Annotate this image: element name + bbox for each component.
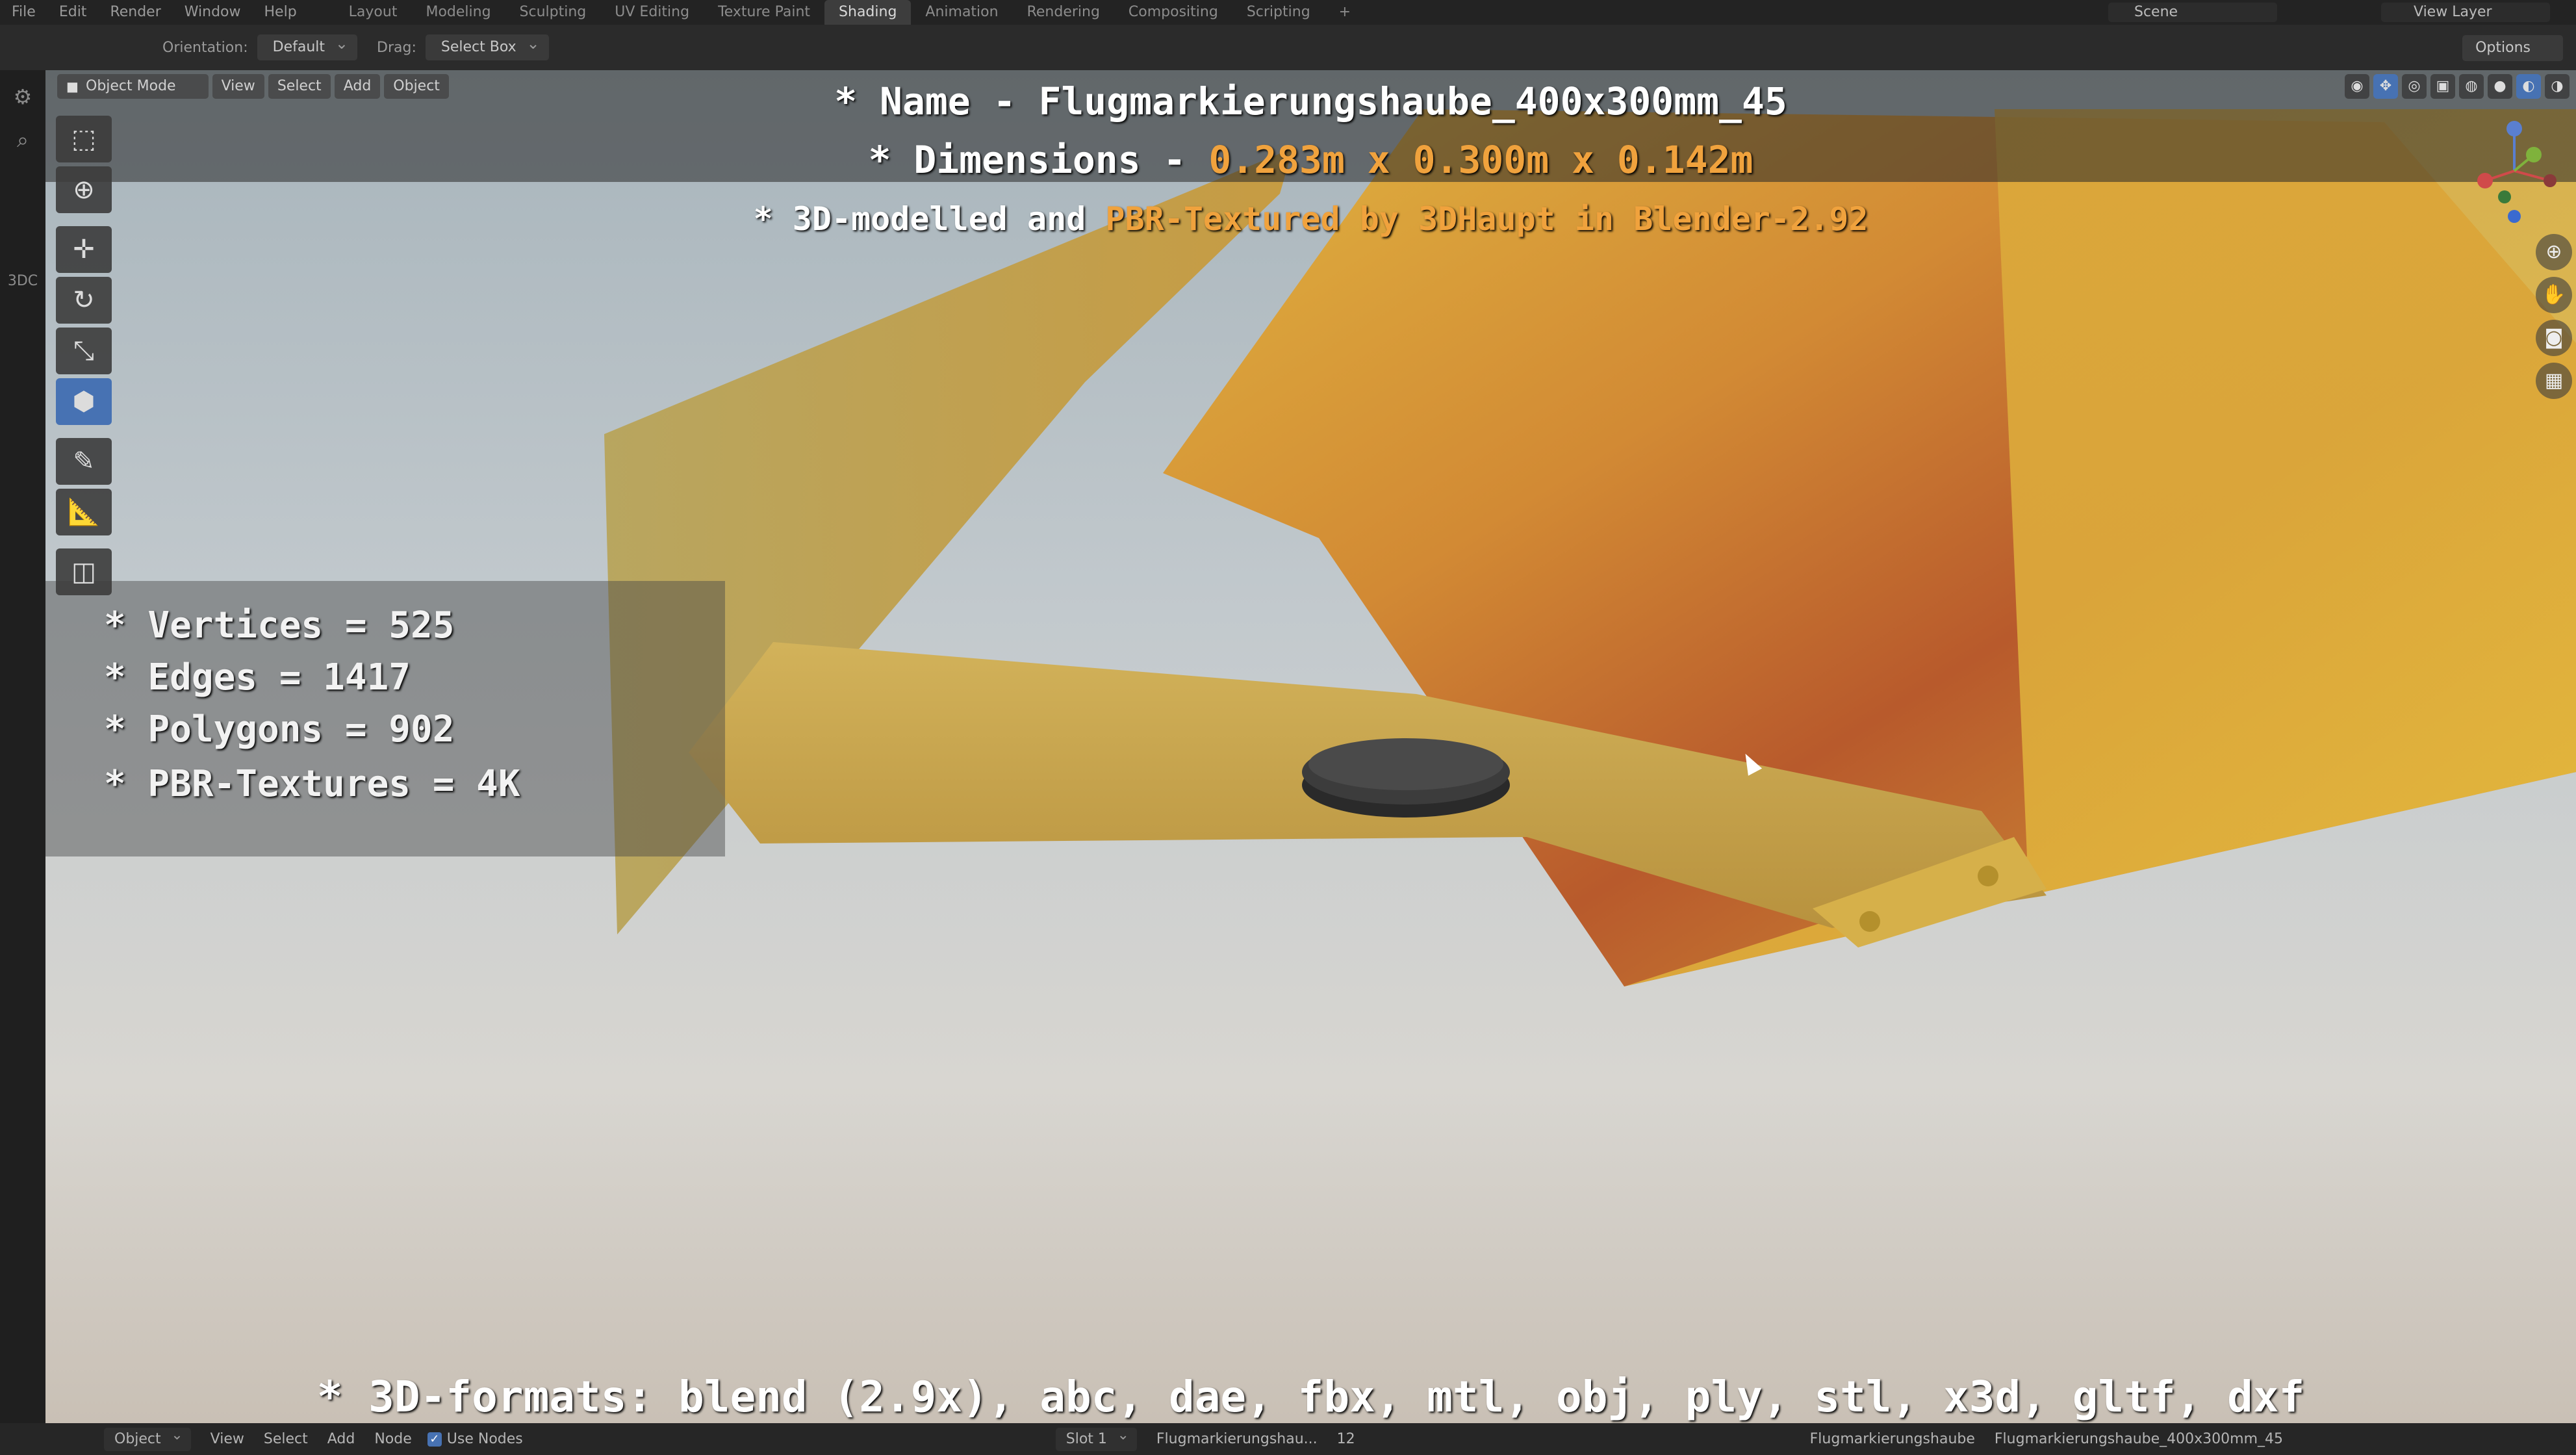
scene-selector[interactable]: Scene [2108, 3, 2277, 22]
move-tool-icon[interactable]: ✛ [56, 226, 112, 273]
3d-viewport[interactable]: Object Mode View Select Add Object ◉ ✥ ◎… [45, 70, 2576, 1423]
mesh-name-field[interactable]: Flugmarkierungshaube_400x300mm_45 [1995, 1431, 2283, 1447]
tab-compositing[interactable]: Compositing [1114, 0, 1232, 25]
tool-shelf: ⬚ ⊕ ✛ ↻ ⤡ ⬢ ✎ 📐 ◫ [56, 116, 112, 595]
tool-settings-bar: Orientation: Default Drag: Select Box Op… [0, 25, 2576, 70]
menu-edit[interactable]: Edit [47, 0, 99, 25]
camera-icon[interactable]: ◙ [2536, 320, 2572, 356]
view-layer-selector[interactable]: View Layer [2381, 3, 2550, 22]
stat-edges: * Edges = 1417 [104, 656, 411, 699]
add-cube-tool-icon[interactable]: ◫ [56, 548, 112, 595]
use-nodes-toggle[interactable]: ✓ Use Nodes [427, 1431, 523, 1447]
checkbox-icon[interactable]: ✓ [427, 1432, 442, 1447]
search-icon[interactable]: ⌕ [6, 123, 39, 156]
annotate-tool-icon[interactable]: ✎ [56, 438, 112, 485]
stat-polygons: * Polygons = 902 [104, 708, 455, 751]
name-prefix: * Name - [834, 79, 1039, 123]
tab-layout[interactable]: Layout [335, 0, 412, 25]
node-menu[interactable]: Node [374, 1431, 411, 1447]
rotate-tool-icon[interactable]: ↻ [56, 277, 112, 324]
navigation-tools: ⊕ ✋ ◙ ▦ [2536, 234, 2572, 399]
overlay-credit-line: * 3D-modelled and PBR-Textured by 3DHaup… [45, 200, 2576, 238]
editor-type-label: 3DC [7, 273, 38, 289]
menu-help[interactable]: Help [253, 0, 309, 25]
navigation-gizmo[interactable] [2459, 116, 2570, 226]
editor-left-strip: ⚙ ⌕ 3DC [0, 70, 45, 1423]
shader-editor-header: Object View Select Add Node ✓ Use Nodes S… [0, 1423, 2576, 1455]
stats-panel: * Vertices = 525 * Edges = 1417 * Polygo… [45, 581, 725, 856]
cursor-tool-icon[interactable]: ⊕ [56, 166, 112, 213]
menu-render[interactable]: Render [98, 0, 172, 25]
tab-scripting[interactable]: Scripting [1232, 0, 1325, 25]
tab-uv-editing[interactable]: UV Editing [600, 0, 704, 25]
transform-tool-icon[interactable]: ⬢ [56, 378, 112, 425]
tab-animation[interactable]: Animation [911, 0, 1012, 25]
dims-prefix: * Dimensions - [868, 138, 1209, 182]
options-button[interactable]: Options [2462, 35, 2563, 61]
select-menu-bottom[interactable]: Select [264, 1431, 308, 1447]
dims-value: 0.283m x 0.300m x 0.142m [1208, 138, 1753, 182]
overlay-name-line: * Name - Flugmarkierungshaube_400x300mm_… [45, 79, 2576, 123]
pan-hand-icon[interactable]: ✋ [2536, 277, 2572, 313]
use-nodes-label: Use Nodes [446, 1431, 523, 1447]
slot-dropdown[interactable]: Slot 1 [1055, 1424, 1137, 1451]
select-box-tool-icon[interactable]: ⬚ [56, 116, 112, 162]
menu-window[interactable]: Window [173, 0, 253, 25]
tab-rendering[interactable]: Rendering [1013, 0, 1114, 25]
stat-vertices: * Vertices = 525 [104, 604, 455, 647]
overlay-dimensions-line: * Dimensions - 0.283m x 0.300m x 0.142m [45, 138, 2576, 182]
add-menu-bottom[interactable]: Add [327, 1431, 355, 1447]
tab-modeling[interactable]: Modeling [411, 0, 505, 25]
add-workspace-icon[interactable]: + [1325, 0, 1365, 25]
object-name-field[interactable]: Flugmarkierungshaube [1810, 1431, 1975, 1447]
workspace-tabs: Layout Modeling Sculpting UV Editing Tex… [335, 0, 1365, 25]
menu-file[interactable]: File [0, 0, 47, 25]
top-bar: File Edit Render Window Help Layout Mode… [0, 0, 2576, 25]
grid-icon[interactable]: ▦ [2536, 363, 2572, 399]
credit-prefix: * 3D-modelled and [753, 200, 1106, 238]
overlay-formats-line: * 3D-formats: blend (2.9x), abc, dae, fb… [316, 1372, 2305, 1422]
tab-shading[interactable]: Shading [824, 0, 912, 25]
tool-icon[interactable]: ⚙ [6, 81, 39, 113]
drag-label: Drag: [377, 39, 416, 56]
tab-texture-paint[interactable]: Texture Paint [704, 0, 824, 25]
measure-tool-icon[interactable]: 📐 [56, 489, 112, 535]
name-value: Flugmarkierungshaube_400x300mm_45 [1038, 79, 1787, 123]
orientation-dropdown[interactable]: Default [257, 31, 358, 60]
view-menu-bottom[interactable]: View [210, 1431, 244, 1447]
credit-pbr: PBR-Textured by 3DHaupt in Blender-2.92 [1105, 200, 1868, 238]
stat-textures: * PBR-Textures = 4K [104, 763, 520, 805]
scale-tool-icon[interactable]: ⤡ [56, 328, 112, 374]
material-users-count: 12 [1336, 1431, 1355, 1447]
material-name-field[interactable]: Flugmarkierungshau... [1156, 1431, 1318, 1447]
orientation-label: Orientation: [162, 39, 248, 56]
zoom-icon[interactable]: ⊕ [2536, 234, 2572, 270]
tab-sculpting[interactable]: Sculpting [505, 0, 601, 25]
object-dropdown[interactable]: Object [104, 1424, 191, 1451]
drag-dropdown[interactable]: Select Box [425, 31, 549, 60]
